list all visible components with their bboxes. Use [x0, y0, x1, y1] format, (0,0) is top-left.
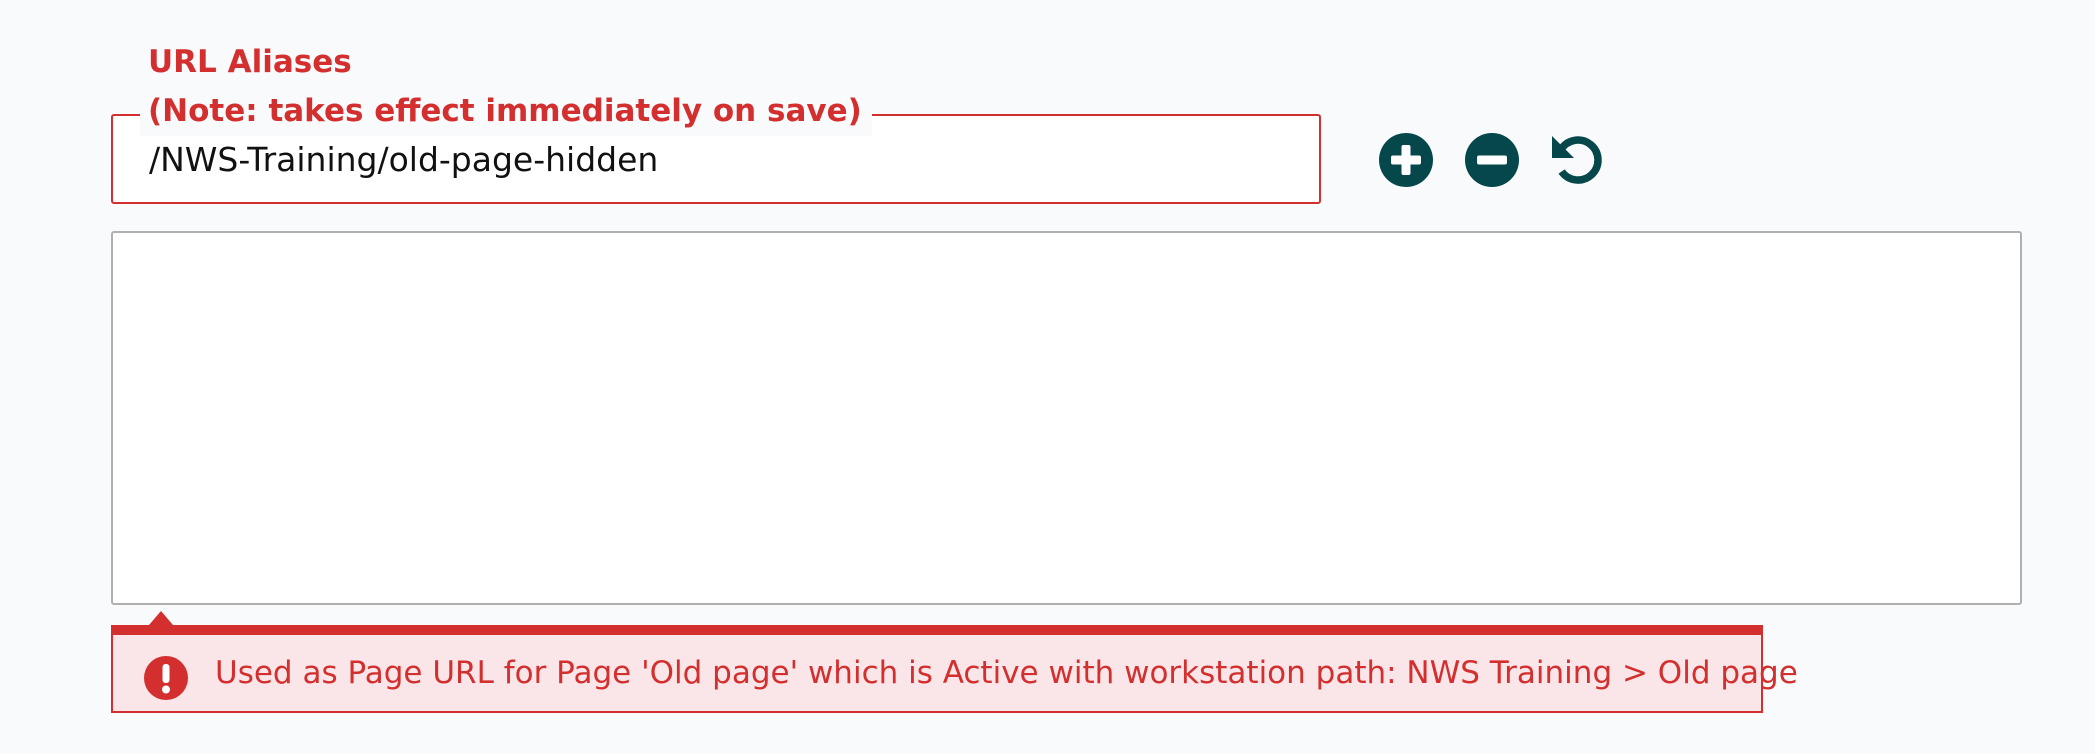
- url-aliases-label: URL Aliases (Note: takes effect immediat…: [140, 38, 872, 136]
- error-pointer: [149, 611, 173, 625]
- url-aliases-title: URL Aliases: [148, 44, 352, 80]
- error-message-text: Used as Page URL for Page 'Old page' whi…: [215, 655, 1798, 691]
- remove-alias-button[interactable]: [1464, 132, 1520, 188]
- reset-alias-button[interactable]: [1550, 132, 1606, 188]
- aliases-list-textarea[interactable]: [111, 231, 2022, 605]
- plus-circle-icon: [1379, 133, 1433, 187]
- url-aliases-note: (Note: takes effect immediately on save): [148, 93, 862, 129]
- add-alias-button[interactable]: [1378, 132, 1434, 188]
- minus-circle-icon: [1465, 133, 1519, 187]
- exclamation-circle-icon: [143, 655, 189, 701]
- undo-icon: [1552, 136, 1602, 184]
- error-message-box: Used as Page URL for Page 'Old page' whi…: [111, 611, 1798, 713]
